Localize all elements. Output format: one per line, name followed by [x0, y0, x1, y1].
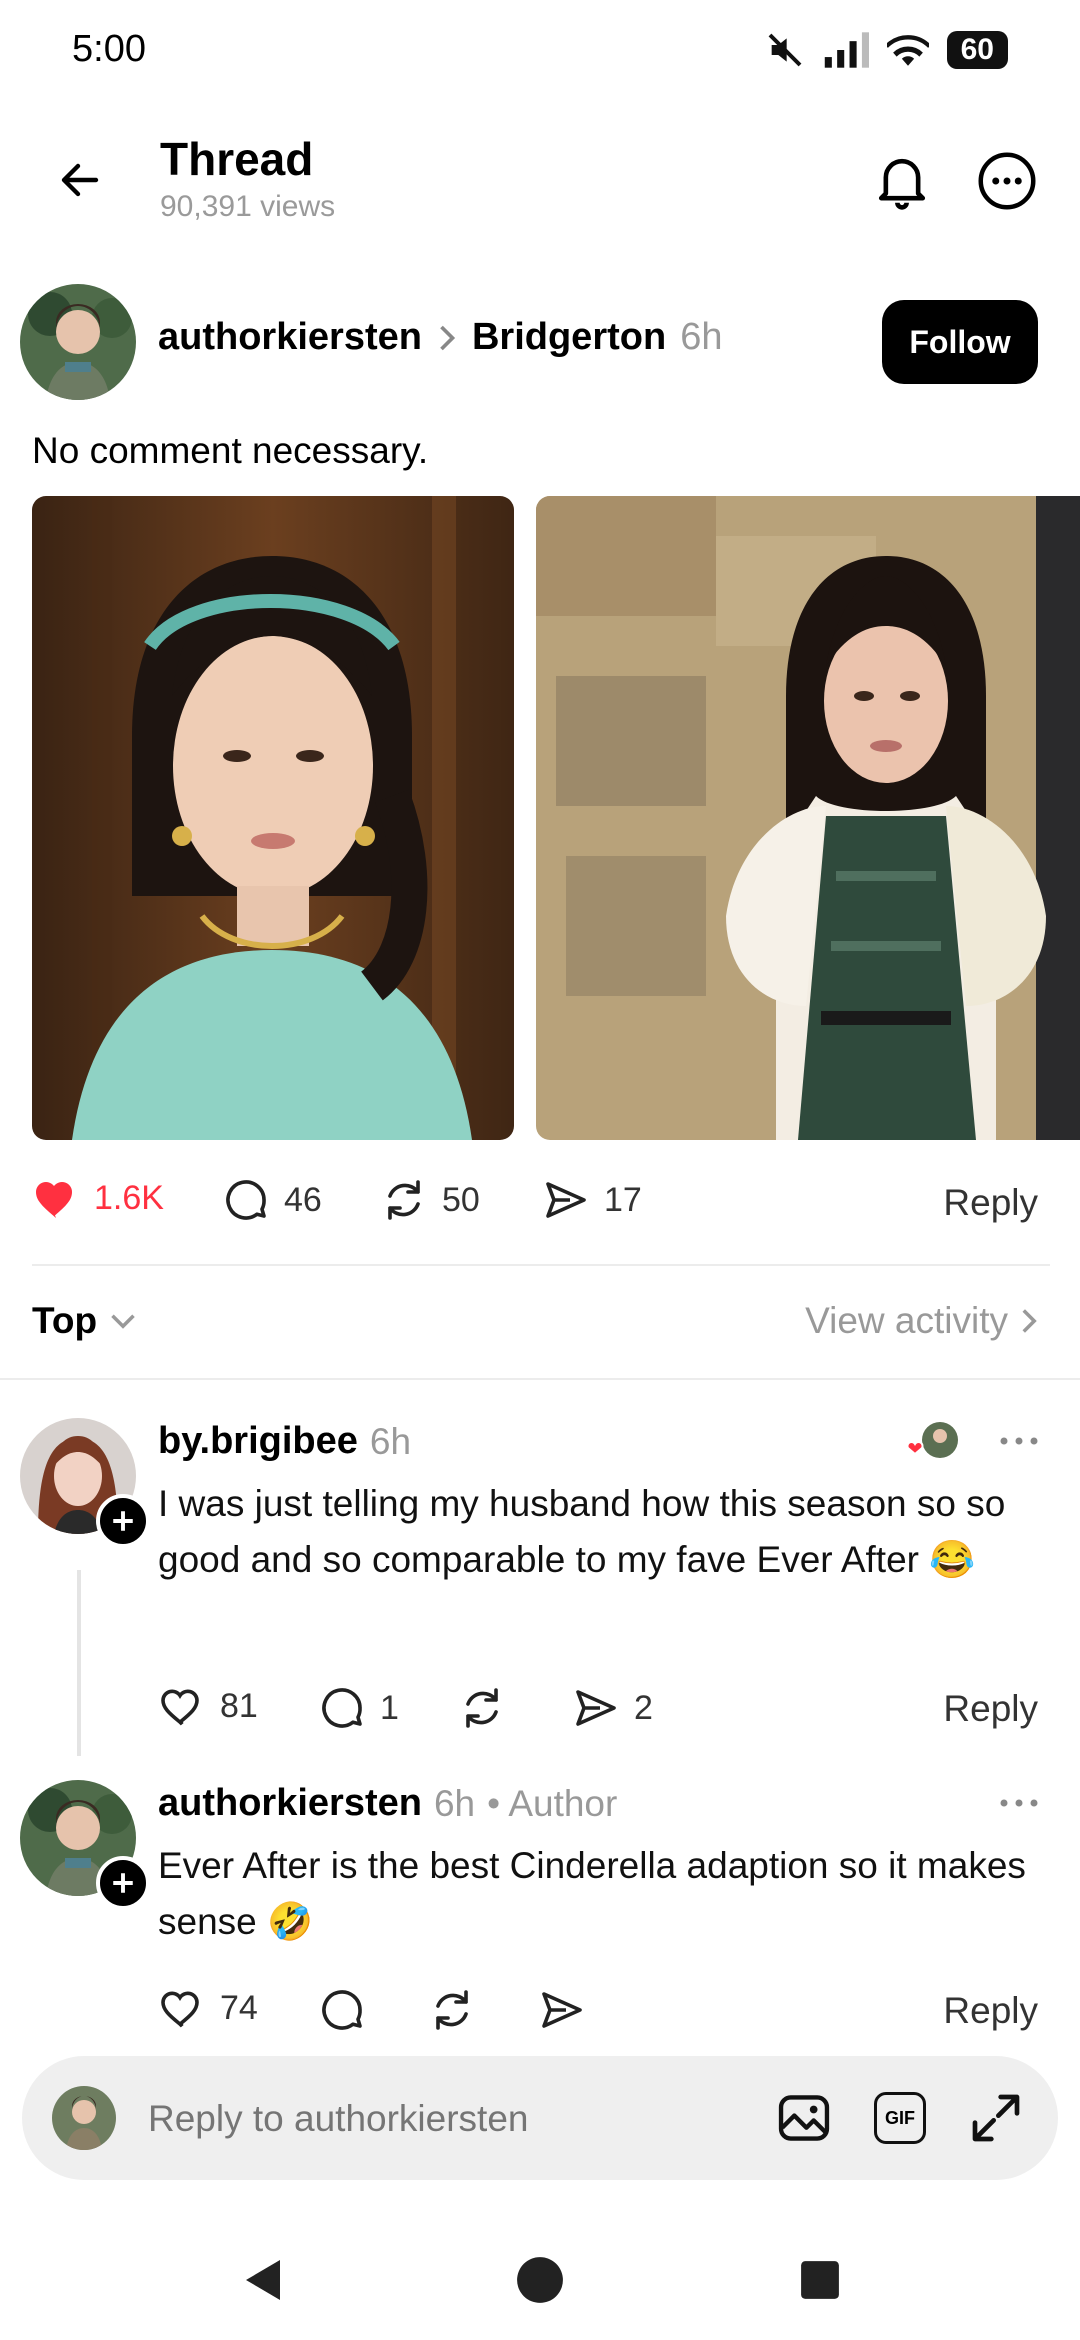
like-action[interactable]: 1.6K: [32, 1176, 164, 1220]
gif-label: GIF: [874, 2092, 926, 2144]
comment-time: 6h: [369, 1420, 412, 1462]
post-community[interactable]: Bridgerton: [472, 316, 666, 359]
repost-count: 50: [442, 1180, 480, 1219]
expand-icon[interactable]: [964, 2086, 1028, 2150]
author-badge: • Author: [487, 1782, 618, 1824]
post-image-2[interactable]: [536, 496, 1080, 1140]
post-text: No comment necessary.: [32, 430, 429, 471]
share-action[interactable]: 17: [542, 1176, 642, 1224]
bell-icon[interactable]: [872, 150, 932, 214]
comment-meta: by.brigibee 6h: [158, 1420, 411, 1463]
comment-reply-action[interactable]: 1: [318, 1684, 399, 1732]
divider: [0, 1378, 1080, 1380]
comment-like-count: 74: [220, 1988, 258, 2027]
gif-icon[interactable]: GIF: [868, 2086, 932, 2150]
comment-share-action[interactable]: 2: [572, 1684, 653, 1732]
comment-reply-action[interactable]: [318, 1986, 366, 2034]
page-title: Thread: [160, 133, 314, 185]
post-meta: authorkiersten Bridgerton 6h: [158, 316, 722, 359]
status-icons: 60: [765, 30, 1008, 70]
view-activity-label: View activity: [805, 1300, 1008, 1341]
repost-icon: [428, 1986, 476, 2034]
back-arrow-icon[interactable]: [50, 150, 110, 210]
repost-action[interactable]: 50: [380, 1176, 480, 1224]
comment-text: I was just telling my husband how this s…: [158, 1483, 1006, 1580]
comment-username[interactable]: authorkiersten: [158, 1782, 422, 1825]
comment-reply-button[interactable]: Reply: [943, 1990, 1038, 2032]
liked-by-author-indicator: [902, 1418, 962, 1470]
thread-line: [77, 1570, 81, 1756]
composer-avatar: [52, 2086, 116, 2150]
comment-meta: authorkiersten 6h • Author: [158, 1782, 617, 1825]
follow-button[interactable]: Follow: [882, 300, 1038, 384]
heart-icon: [158, 1986, 206, 2030]
repost-icon: [458, 1684, 506, 1732]
comment-more-icon[interactable]: [994, 1426, 1044, 1456]
post-time: 6h: [680, 316, 723, 358]
repost-icon: [380, 1176, 428, 1224]
chevron-right-icon: [1020, 1307, 1038, 1335]
comment-reply-count: 1: [380, 1688, 399, 1727]
share-count: 17: [604, 1180, 642, 1219]
battery-indicator: 60: [946, 31, 1008, 69]
chevron-down-icon: [109, 1311, 137, 1331]
share-icon: [542, 1176, 590, 1224]
divider: [32, 1264, 1050, 1266]
comment-more-icon[interactable]: [994, 1788, 1044, 1818]
share-icon: [538, 1986, 586, 2034]
comment-icon: [222, 1176, 270, 1224]
more-icon[interactable]: [976, 150, 1038, 212]
comment-like-action[interactable]: 74: [158, 1986, 258, 2030]
like-count: 1.6K: [94, 1178, 164, 1217]
plus-icon[interactable]: [96, 1494, 150, 1548]
comment-repost-action[interactable]: [428, 1986, 476, 2034]
post-reply-button[interactable]: Reply: [943, 1182, 1038, 1224]
comment-count: 46: [284, 1180, 322, 1219]
sort-label: Top: [32, 1300, 98, 1341]
share-icon: [572, 1684, 620, 1732]
status-time: 5:00: [72, 28, 146, 70]
comment-time: 6h: [433, 1782, 476, 1824]
sort-dropdown[interactable]: Top: [32, 1300, 137, 1342]
chevron-right-icon: [436, 323, 458, 353]
wifi-icon: [886, 32, 929, 68]
comment-action[interactable]: 46: [222, 1176, 322, 1224]
mute-icon: [765, 30, 805, 70]
heart-icon: [32, 1176, 80, 1220]
post-author-avatar[interactable]: [20, 284, 136, 400]
plus-icon[interactable]: [96, 1856, 150, 1910]
comment-share-action[interactable]: [538, 1986, 586, 2034]
comment-share-count: 2: [634, 1688, 653, 1727]
comment-repost-action[interactable]: [458, 1684, 506, 1732]
comment-icon: [318, 1684, 366, 1732]
comment-text: Ever After is the best Cinderella adapti…: [158, 1845, 1026, 1942]
nav-recents-icon[interactable]: [790, 2250, 850, 2310]
view-count: 90,391 views: [160, 190, 336, 223]
reply-input[interactable]: [146, 2088, 750, 2150]
nav-home-icon[interactable]: [510, 2250, 570, 2310]
comment-reply-button[interactable]: Reply: [943, 1688, 1038, 1730]
signal-icon: [823, 32, 869, 68]
post-image-1[interactable]: [32, 496, 514, 1140]
comment-like-action[interactable]: 81: [158, 1684, 258, 1728]
comment-icon: [318, 1986, 366, 2034]
view-activity-link[interactable]: View activity: [805, 1300, 1038, 1342]
image-icon[interactable]: [772, 2086, 836, 2150]
comment-username[interactable]: by.brigibee: [158, 1420, 358, 1463]
post-username[interactable]: authorkiersten: [158, 316, 422, 359]
comment-like-count: 81: [220, 1686, 258, 1725]
heart-icon: [158, 1684, 206, 1728]
nav-back-icon[interactable]: [232, 2250, 292, 2310]
